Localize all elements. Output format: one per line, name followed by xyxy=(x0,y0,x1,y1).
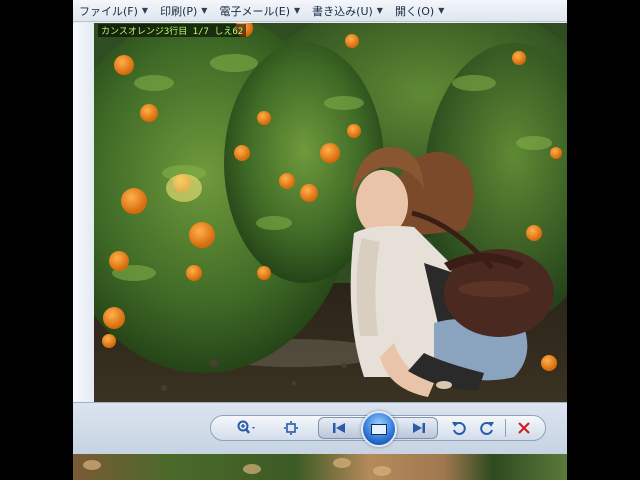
next-icon xyxy=(413,423,425,433)
decorative-leaf xyxy=(83,460,101,470)
delete-button[interactable] xyxy=(514,419,534,437)
slideshow-icon xyxy=(371,423,387,435)
slideshow-button[interactable] xyxy=(361,411,397,447)
background-desktop-strip xyxy=(73,454,567,480)
menubar: ファイル(F) ▼ 印刷(P) ▼ 電子メール(E) ▼ 書き込み(U) ▼ 開… xyxy=(73,0,567,22)
rotate-clockwise-button[interactable] xyxy=(477,419,497,437)
previous-icon xyxy=(333,423,345,433)
delete-icon xyxy=(518,422,530,434)
photo-margin xyxy=(73,23,94,402)
menu-burn-label: 書き込み(U) xyxy=(312,4,373,18)
menu-email-label: 電子メール(E) xyxy=(219,4,290,18)
control-bar xyxy=(73,402,567,455)
previous-button[interactable] xyxy=(328,419,350,437)
zoom-icon xyxy=(237,420,255,434)
fit-window-icon xyxy=(284,421,298,435)
menu-print-label: 印刷(P) xyxy=(160,4,198,18)
control-separator xyxy=(505,419,506,437)
decorative-leaf xyxy=(243,464,261,474)
zoom-button[interactable] xyxy=(233,419,261,437)
menu-print[interactable]: 印刷(P) ▼ xyxy=(160,3,207,19)
rotate-counterclockwise-button[interactable] xyxy=(449,419,469,437)
menu-email[interactable]: 電子メール(E) ▼ xyxy=(219,3,300,19)
photo-viewer-window: ファイル(F) ▼ 印刷(P) ▼ 電子メール(E) ▼ 書き込み(U) ▼ 開… xyxy=(73,0,567,480)
menu-open-label: 開く(O) xyxy=(394,4,435,18)
chevron-down-icon: ▼ xyxy=(294,6,301,15)
rotate-counterclockwise-icon xyxy=(452,422,466,435)
menu-file-label: ファイル(F) xyxy=(79,4,138,18)
rotate-clockwise-icon xyxy=(480,422,494,435)
next-button[interactable] xyxy=(408,419,430,437)
photo-caption: カンスオレンジ3行目 1/7 しえ62 xyxy=(98,24,247,37)
menu-burn[interactable]: 書き込み(U) ▼ xyxy=(312,3,383,19)
decorative-leaf xyxy=(333,458,351,468)
menu-open[interactable]: 開く(O) ▼ xyxy=(395,3,444,19)
chevron-down-icon: ▼ xyxy=(438,6,445,15)
displayed-photo[interactable]: カンスオレンジ3行目 1/7 しえ62 xyxy=(94,23,567,402)
chevron-down-icon: ▼ xyxy=(141,6,149,15)
menu-file[interactable]: ファイル(F) ▼ xyxy=(79,3,148,19)
chevron-down-icon: ▼ xyxy=(201,6,208,15)
photo-area: カンスオレンジ3行目 1/7 しえ62 xyxy=(73,23,567,402)
fit-window-button[interactable] xyxy=(281,419,301,437)
chevron-down-icon: ▼ xyxy=(376,6,383,15)
photo-image xyxy=(94,23,567,402)
decorative-leaf xyxy=(373,466,391,476)
